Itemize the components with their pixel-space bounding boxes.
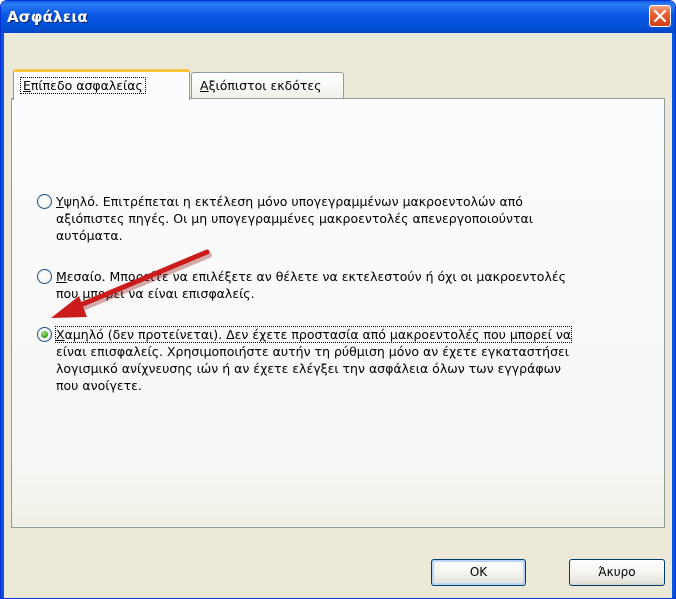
radio-low[interactable] — [37, 327, 52, 342]
close-icon — [654, 10, 666, 22]
option-high-label: Υψηλό. Επιτρέπεται η εκτέλεση μόνο υπογε… — [56, 194, 533, 243]
security-level-panel: Υψηλό. Επιτρέπεται η εκτέλεση μόνο υπογε… — [11, 98, 665, 528]
security-dialog: Ασφάλεια Επίπεδο ασφαλείας Αξιόπιστοι εκ… — [0, 0, 676, 599]
ok-button[interactable]: OK — [431, 559, 526, 586]
tab-security-level-label: Επίπεδο ασφαλείας — [20, 77, 146, 94]
option-low-label: Χαμηλό (δεν προτείνεται). Δεν έχετε προσ… — [54, 326, 573, 393]
window-title: Ασφάλεια — [7, 8, 88, 26]
tab-trusted-publishers-label: Αξιόπιστοι εκδότες — [200, 78, 322, 93]
window-frame-right — [672, 33, 675, 598]
tab-trusted-publishers[interactable]: Αξιόπιστοι εκδότες — [191, 72, 344, 99]
window-frame-left — [1, 33, 4, 598]
title-bar[interactable]: Ασφάλεια — [1, 1, 675, 33]
tab-security-level[interactable]: Επίπεδο ασφαλείας — [13, 69, 190, 100]
cancel-button[interactable]: Άκυρο — [569, 559, 665, 586]
option-low-focus: Χαμηλό (δεν προτείνεται). Δεν έχετε προσ… — [54, 326, 573, 343]
close-button[interactable] — [649, 5, 671, 27]
option-medium-label: Μεσαίο. Μπορείτε να επιλέξετε αν θέλετε … — [56, 269, 566, 301]
radio-high[interactable] — [37, 194, 52, 209]
radio-medium[interactable] — [37, 269, 52, 284]
